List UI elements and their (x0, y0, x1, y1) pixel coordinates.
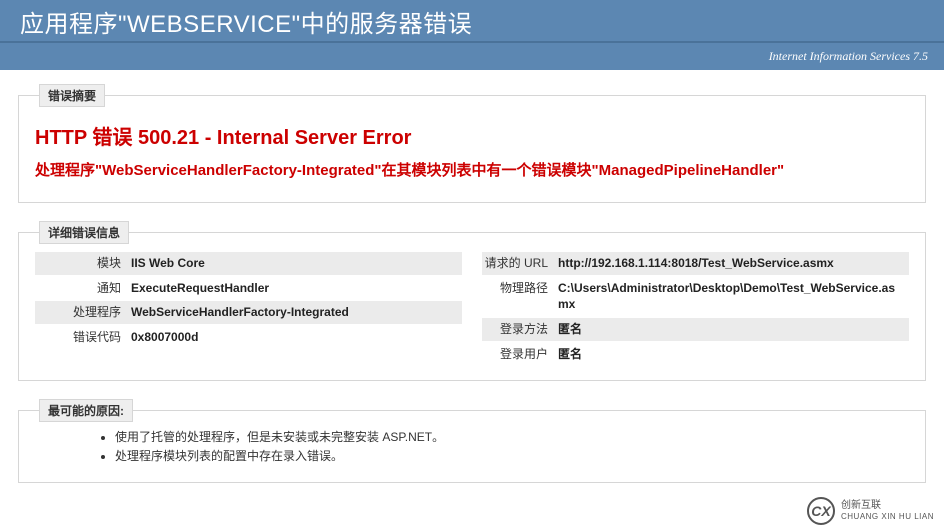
likely-causes-legend: 最可能的原因: (39, 399, 133, 422)
value-url: http://192.168.1.114:8018/Test_WebServic… (554, 252, 909, 275)
value-handler: WebServiceHandlerFactory-Integrated (127, 301, 462, 324)
detail-row-url: 请求的 URL http://192.168.1.114:8018/Test_W… (482, 252, 909, 275)
label-loginmethod: 登录方法 (482, 318, 554, 341)
detail-row-errorcode: 错误代码 0x8007000d (35, 326, 462, 349)
error-details-legend: 详细错误信息 (39, 221, 129, 244)
error-subtitle: 处理程序"WebServiceHandlerFactory-Integrated… (35, 160, 909, 182)
label-physicalpath: 物理路径 (482, 277, 554, 317)
label-errorcode: 错误代码 (35, 326, 127, 349)
list-item: 使用了托管的处理程序，但是未安装或未完整安装 ASP.NET。 (115, 428, 909, 447)
value-module: IIS Web Core (127, 252, 462, 275)
error-details-box: 详细错误信息 模块 IIS Web Core 通知 ExecuteRequest… (18, 221, 926, 381)
label-notification: 通知 (35, 277, 127, 300)
error-title: HTTP 错误 500.21 - Internal Server Error (35, 121, 909, 150)
label-url: 请求的 URL (482, 252, 554, 275)
label-loginuser: 登录用户 (482, 343, 554, 366)
likely-causes-box: 最可能的原因: 使用了托管的处理程序，但是未安装或未完整安装 ASP.NET。 … (18, 399, 926, 483)
value-errorcode: 0x8007000d (127, 326, 462, 349)
detail-row-handler: 处理程序 WebServiceHandlerFactory-Integrated (35, 301, 462, 324)
detail-row-physicalpath: 物理路径 C:\Users\Administrator\Desktop\Demo… (482, 277, 909, 317)
value-notification: ExecuteRequestHandler (127, 277, 462, 300)
watermark: CX 创新互联 CHUANG XIN HU LIAN (801, 495, 940, 527)
value-loginuser: 匿名 (554, 343, 909, 366)
label-module: 模块 (35, 252, 127, 275)
list-item: 处理程序模块列表的配置中存在录入错误。 (115, 447, 909, 466)
server-banner: Internet Information Services 7.5 (0, 41, 944, 70)
error-summary-box: 错误摘要 HTTP 错误 500.21 - Internal Server Er… (18, 84, 926, 203)
header-title: 应用程序"WEBSERVICE"中的服务器错误 (20, 11, 472, 38)
watermark-logo-icon: CX (807, 497, 835, 525)
label-handler: 处理程序 (35, 301, 127, 324)
value-physicalpath: C:\Users\Administrator\Desktop\Demo\Test… (554, 277, 909, 317)
watermark-pinyin: CHUANG XIN HU LIAN (841, 512, 934, 522)
detail-row-notification: 通知 ExecuteRequestHandler (35, 277, 462, 300)
details-right-column: 请求的 URL http://192.168.1.114:8018/Test_W… (482, 252, 909, 368)
detail-row-loginmethod: 登录方法 匿名 (482, 318, 909, 341)
detail-row-loginuser: 登录用户 匿名 (482, 343, 909, 366)
page-header: 应用程序"WEBSERVICE"中的服务器错误 (0, 0, 944, 41)
likely-causes-list: 使用了托管的处理程序，但是未安装或未完整安装 ASP.NET。 处理程序模块列表… (35, 428, 909, 466)
watermark-text: 创新互联 (841, 500, 934, 512)
details-left-column: 模块 IIS Web Core 通知 ExecuteRequestHandler… (35, 252, 462, 368)
detail-row-module: 模块 IIS Web Core (35, 252, 462, 275)
value-loginmethod: 匿名 (554, 318, 909, 341)
error-summary-legend: 错误摘要 (39, 84, 105, 107)
server-banner-text: Internet Information Services 7.5 (769, 49, 928, 63)
